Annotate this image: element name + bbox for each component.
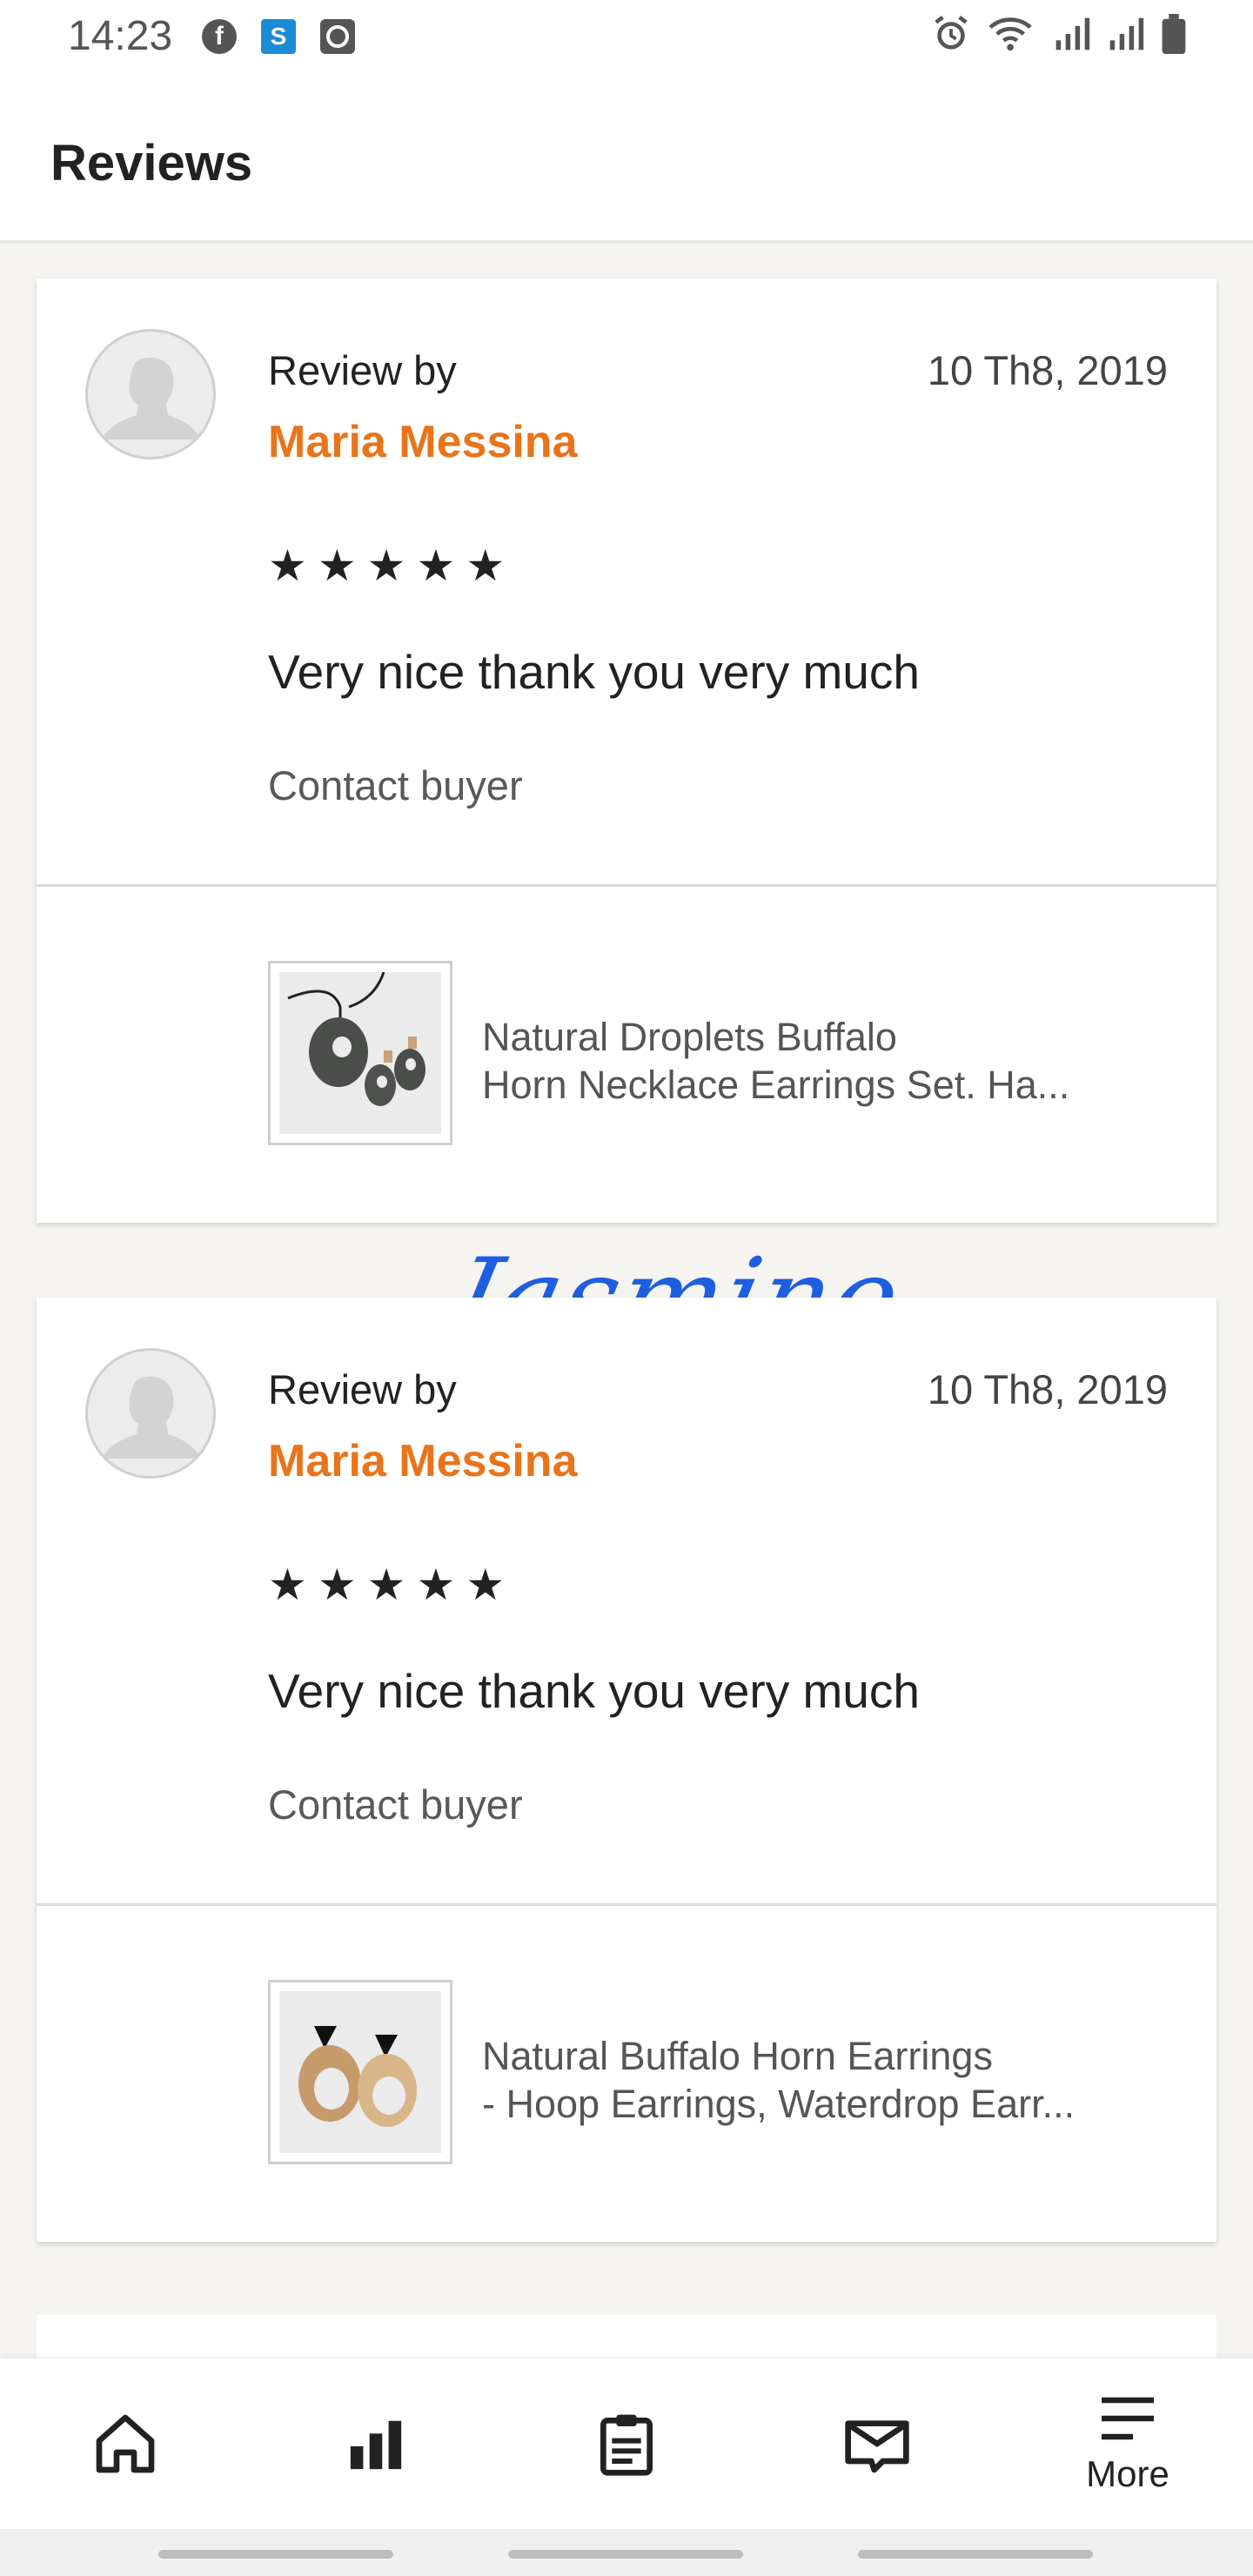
listing-section[interactable]: Natural Buffalo Horn Earrings - Hoop Ear… — [37, 1906, 1216, 2242]
review-date: 10 Th8, 2019 — [927, 1366, 1168, 1412]
star-icon: ★ — [317, 541, 357, 590]
star-icon: ★ — [268, 1560, 307, 1609]
clock-app-icon — [320, 19, 355, 54]
hoop-earrings-image — [279, 1991, 441, 2153]
necklace-earrings-image — [279, 972, 441, 1134]
star-icon: ★ — [366, 1560, 406, 1609]
page-title: Reviews — [50, 135, 253, 191]
review-card: Review by Maria Messina 10 Th8, 2019 ★ ★… — [37, 278, 1216, 1223]
gesture-handle[interactable] — [158, 2550, 393, 2559]
review-card: Review by Maria Messina 10 Th8, 2019 ★ ★… — [37, 1298, 1216, 2242]
skype-icon: S — [261, 19, 296, 54]
signal-icon — [1055, 17, 1090, 50]
listing-title-line: Horn Necklace Earrings Set. Ha... — [482, 1063, 1070, 1107]
star-icon: ★ — [268, 541, 307, 590]
listing-thumbnail[interactable] — [268, 1980, 452, 2164]
system-gesture-bar — [0, 2529, 1253, 2576]
nav-more-label: More — [1086, 2453, 1169, 2494]
star-icon: ★ — [466, 1560, 506, 1609]
nav-home[interactable] — [0, 2358, 251, 2529]
nav-messages[interactable] — [752, 2358, 1002, 2529]
review-section: Review by Maria Messina 10 Th8, 2019 ★ ★… — [37, 1298, 1216, 1906]
default-avatar-icon — [102, 1376, 201, 1459]
contact-buyer-link[interactable]: Contact buyer — [268, 1781, 523, 1828]
alarm-icon — [935, 15, 968, 50]
star-icon: ★ — [416, 541, 456, 590]
status-time: 14:23 — [68, 13, 173, 59]
messages-icon — [845, 2420, 909, 2473]
avatar[interactable] — [85, 1348, 216, 1479]
listing-section[interactable]: Natural Droplets Buffalo Horn Necklace E… — [37, 887, 1216, 1223]
reviewer-name-link[interactable]: Maria Messina — [268, 416, 578, 468]
review-text: Very nice thank you very much — [268, 645, 920, 699]
listing-title-line: Natural Buffalo Horn Earrings — [482, 2034, 993, 2078]
nav-orders[interactable] — [501, 2358, 752, 2529]
review-section: Review by Maria Messina 10 Th8, 2019 ★ ★… — [37, 278, 1216, 887]
gesture-handle[interactable] — [858, 2550, 1093, 2559]
app-header: Reviews — [0, 73, 1253, 244]
listing-title[interactable]: Natural Droplets Buffalo Horn Necklace E… — [482, 1013, 1169, 1109]
avatar[interactable] — [85, 329, 216, 460]
gesture-handle[interactable] — [508, 2550, 743, 2559]
nav-stats[interactable] — [251, 2358, 501, 2529]
reviewer-name-link[interactable]: Maria Messina — [268, 1435, 578, 1487]
menu-icon — [1102, 2397, 1154, 2440]
star-rating: ★ ★ ★ ★ ★ — [268, 544, 505, 587]
bottom-navigation: More — [0, 2358, 1253, 2529]
listing-title[interactable]: Natural Buffalo Horn Earrings - Hoop Ear… — [482, 2032, 1169, 2128]
signal-icon — [1109, 17, 1144, 50]
review-text: Very nice thank you very much — [268, 1664, 920, 1718]
star-icon: ★ — [317, 1560, 357, 1609]
nav-more[interactable]: More — [1002, 2358, 1253, 2529]
facebook-icon: f — [202, 19, 237, 54]
status-bar: 14:23 f S — [0, 0, 1253, 73]
listing-title-line: Natural Droplets Buffalo — [482, 1015, 897, 1059]
review-by-label: Review by — [268, 1366, 457, 1412]
contact-buyer-link[interactable]: Contact buyer — [268, 761, 523, 809]
review-by-label: Review by — [268, 347, 457, 393]
stats-icon — [350, 2420, 402, 2470]
listing-title-line: - Hoop Earrings, Waterdrop Earr... — [482, 2082, 1075, 2126]
orders-clipboard-icon — [600, 2414, 653, 2476]
listing-thumbnail[interactable] — [268, 961, 452, 1145]
default-avatar-icon — [102, 357, 201, 439]
home-icon — [96, 2414, 155, 2473]
review-date: 10 Th8, 2019 — [927, 347, 1168, 393]
star-icon: ★ — [366, 541, 406, 590]
star-icon: ★ — [466, 541, 506, 590]
star-icon: ★ — [416, 1560, 456, 1609]
star-rating: ★ ★ ★ ★ ★ — [268, 1563, 505, 1607]
battery-icon — [1162, 14, 1186, 54]
wifi-icon — [988, 17, 1032, 51]
